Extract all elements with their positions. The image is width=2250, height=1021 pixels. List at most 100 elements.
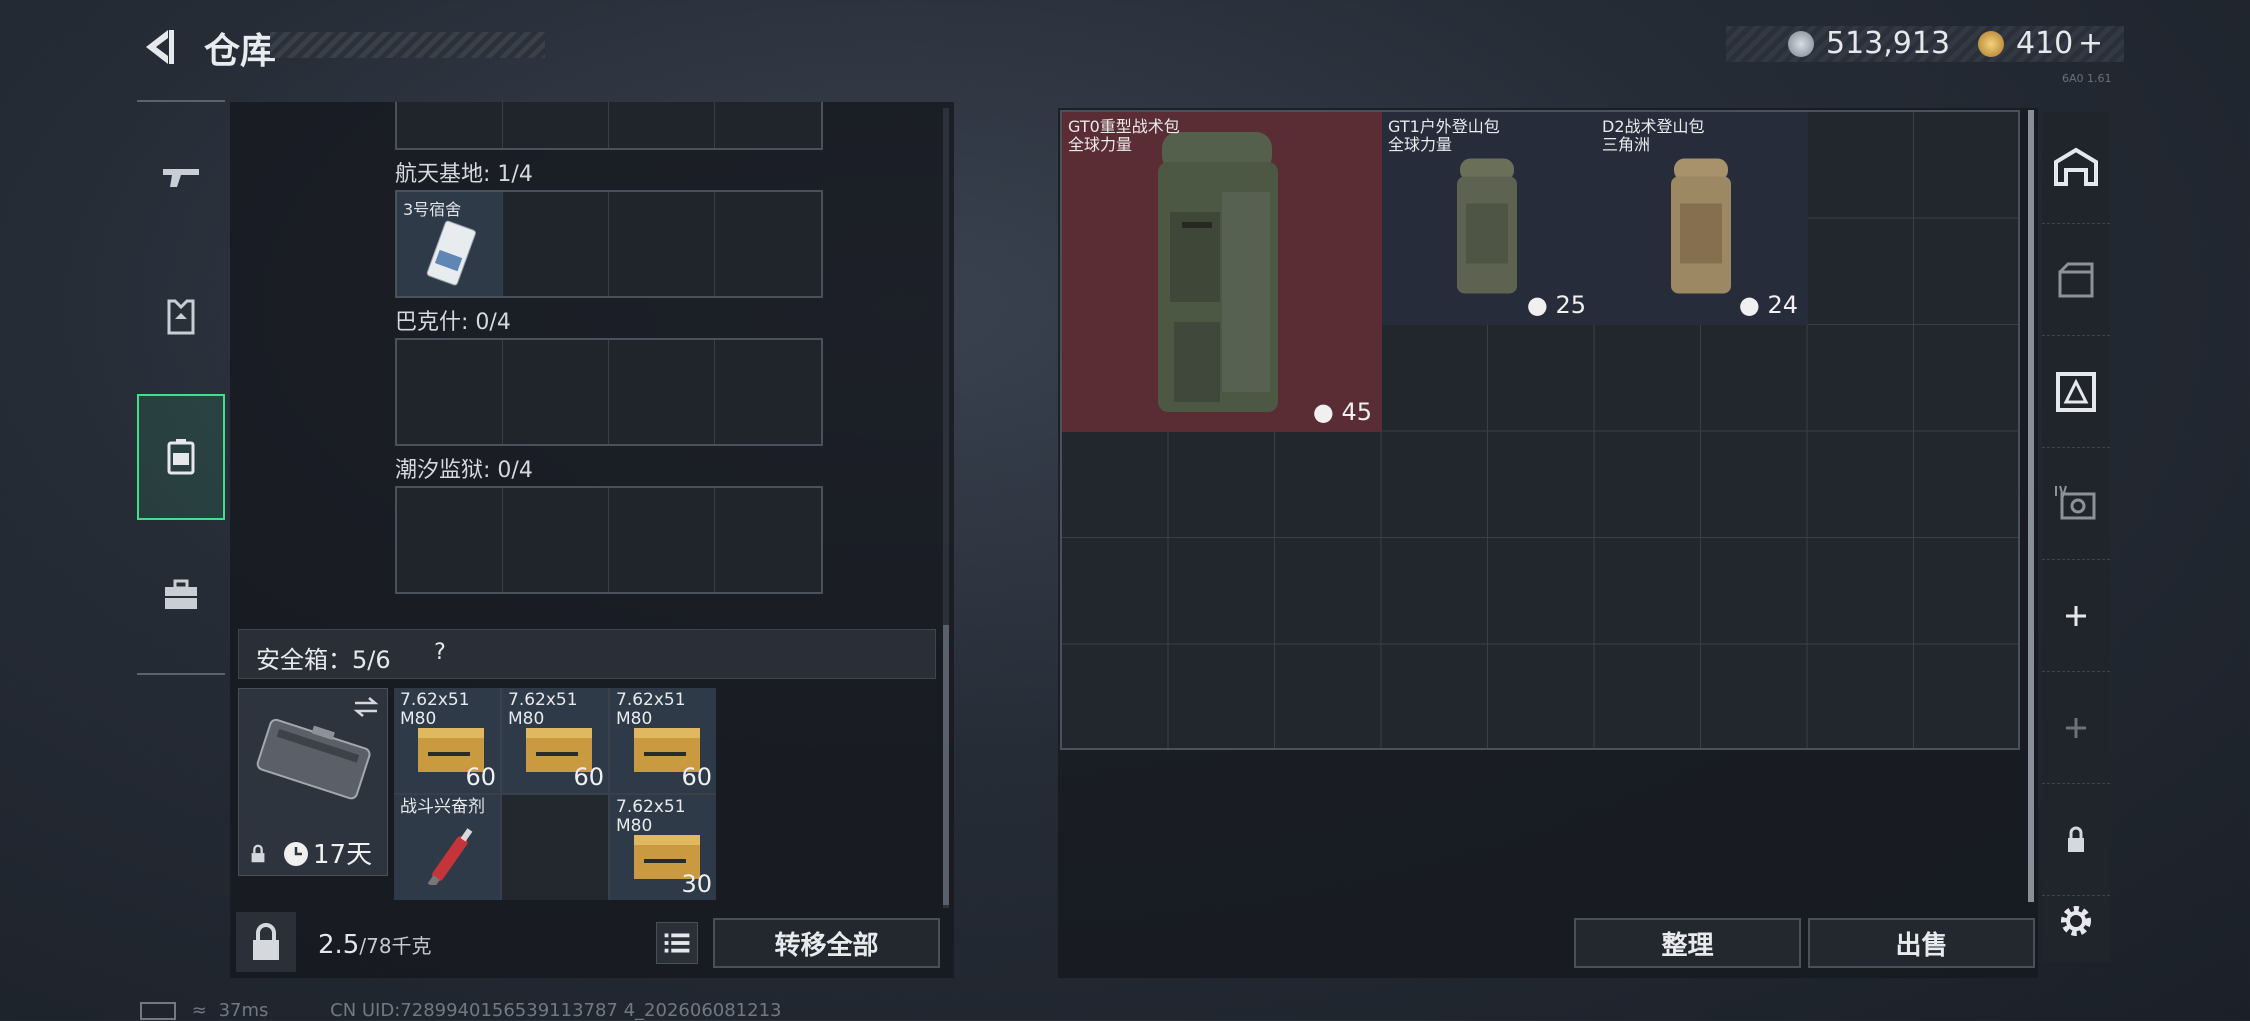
- ammo-item[interactable]: 7.62x51 M80 60: [502, 688, 608, 793]
- crate-iv-icon: [2055, 485, 2096, 519]
- settings-button[interactable]: [2042, 866, 2110, 976]
- item-count: 30: [681, 870, 712, 898]
- swap-icon[interactable]: [351, 693, 381, 723]
- grid-slot[interactable]: [397, 340, 503, 444]
- key-card-item[interactable]: 3号宿舍: [397, 192, 503, 296]
- safe-box-label: 安全箱：5/6: [256, 646, 391, 674]
- item-name: 7.62x51 M80: [508, 690, 578, 729]
- ammo-item[interactable]: 7.62x51 M80 30: [610, 795, 716, 900]
- vest-icon: [167, 299, 195, 335]
- add-stash-button[interactable]: [2042, 560, 2110, 672]
- briefcase-icon: [165, 579, 197, 609]
- item-count: 60: [573, 763, 604, 791]
- nav-armor[interactable]: [137, 262, 225, 372]
- grid-slot[interactable]: [715, 488, 821, 592]
- sell-button[interactable]: 出售: [1808, 918, 2035, 968]
- section-label: 巴克什: 0/4: [395, 310, 511, 335]
- capacity-label: ● 45: [1313, 398, 1372, 426]
- item-name: 7.62x51 M80: [400, 690, 470, 729]
- backpack-item[interactable]: GT1户外登山包 全球力量 ● 25: [1382, 112, 1596, 325]
- grid-slot[interactable]: [503, 102, 609, 148]
- transfer-all-button[interactable]: 转移全部: [713, 918, 940, 968]
- stash-tab-2[interactable]: [2042, 224, 2110, 336]
- capacity-value: 45: [1341, 398, 1372, 426]
- item-name: GT0重型战术包 全球力量: [1068, 118, 1180, 154]
- stash-scrollbar[interactable]: [2028, 110, 2034, 902]
- grid-slot[interactable]: [609, 488, 715, 592]
- ammo-item[interactable]: 7.62x51 M80 60: [610, 688, 716, 793]
- weight-lock-button[interactable]: [236, 912, 296, 972]
- stash-tab-3[interactable]: [2042, 336, 2110, 448]
- item-count: 60: [465, 763, 496, 791]
- back-arrow-icon: [146, 30, 174, 64]
- stash-tab-4[interactable]: [2042, 448, 2110, 560]
- grid-slot[interactable]: [503, 340, 609, 444]
- list-icon: [664, 933, 690, 953]
- grid-slot[interactable]: [609, 192, 715, 296]
- capacity-icon: ●: [1738, 291, 1768, 319]
- back-button[interactable]: [138, 26, 180, 68]
- ammo-item[interactable]: 7.62x51 M80 60: [394, 688, 500, 793]
- backpack-item[interactable]: D2战术登山包 三角洲 ● 24: [1596, 112, 1808, 325]
- sort-button[interactable]: 整理: [1574, 918, 1801, 968]
- grid-slot[interactable]: [503, 488, 609, 592]
- currency-bar: 513,913 410 +: [1726, 26, 2124, 62]
- item-brand: 三角洲: [1602, 135, 1651, 154]
- syringe-icon: [427, 828, 473, 885]
- stash-grid[interactable]: GT0重型战术包 全球力量 ● 45 GT1户外登山包 全球力量 ● 25 D2战术…: [1060, 110, 2020, 750]
- grid-slot[interactable]: [715, 102, 821, 148]
- section-label: 潮汐监狱: 0/4: [395, 458, 533, 483]
- grid-slot[interactable]: [397, 102, 503, 148]
- help-button[interactable]: ?: [424, 636, 456, 670]
- grid-slot[interactable]: [503, 192, 609, 296]
- safe-box-case[interactable]: 17天: [238, 688, 388, 876]
- capacity-value: 24: [1767, 291, 1798, 319]
- nav-cases[interactable]: [137, 540, 225, 650]
- weight-display: 2.5/78千克: [318, 930, 432, 960]
- section-label: 航天基地: 1/4: [395, 162, 533, 187]
- map-slot-grid: [395, 338, 823, 446]
- inventory-scroll-thumb[interactable]: [943, 625, 949, 905]
- stimulant-item[interactable]: 战斗兴奋剂: [394, 795, 500, 900]
- grid-slot[interactable]: [609, 102, 715, 148]
- item-name: D2战术登山包 三角洲: [1602, 118, 1705, 154]
- grid-slot[interactable]: [715, 340, 821, 444]
- nav-weapons[interactable]: [137, 122, 225, 232]
- list-view-button[interactable]: [656, 922, 698, 964]
- recharge-button[interactable]: +: [2078, 26, 2103, 61]
- nav-backpacks[interactable]: [137, 394, 225, 520]
- battery-icon: [140, 1002, 176, 1020]
- version-label: 6A0 1.61: [2062, 72, 2112, 85]
- status-footer: ≈ 37ms CN UID:7289940156539113787 4_2026…: [140, 1000, 781, 1021]
- gun-icon: [163, 169, 199, 187]
- item-name: GT1户外登山包 全球力量: [1388, 118, 1500, 154]
- capacity-label: ● 24: [1739, 291, 1798, 319]
- weight-value: 2.5: [318, 930, 360, 960]
- grid-slot[interactable]: [609, 340, 715, 444]
- partial-container-grid: [395, 102, 823, 150]
- page-title: 仓库: [204, 31, 277, 72]
- item-name: 战斗兴奋剂: [400, 797, 485, 817]
- item-title: GT1户外登山包: [1388, 117, 1500, 136]
- add-stash-button-disabled[interactable]: [2042, 672, 2110, 784]
- item-name: 7.62x51 M80: [616, 797, 686, 836]
- grid-slot[interactable]: [715, 192, 821, 296]
- grid-slot[interactable]: [397, 488, 503, 592]
- item-name: 7.62x51 M80: [616, 690, 686, 729]
- weight-capacity: /78千克: [359, 934, 432, 958]
- weight-lock-icon: [253, 923, 279, 960]
- empty-slot[interactable]: [502, 795, 608, 900]
- backpack-item[interactable]: GT0重型战术包 全球力量 ● 45: [1062, 112, 1382, 432]
- gear-icon: [2061, 906, 2091, 936]
- stash-tab-1[interactable]: [2042, 112, 2110, 224]
- capacity-icon: ●: [1312, 398, 1342, 426]
- map-slot-grid: [395, 486, 823, 594]
- lock-icon: [251, 844, 265, 863]
- uid-label: CN UID:7289940156539113787 4_20260608121…: [330, 1000, 782, 1021]
- safe-box-grid: 7.62x51 M80 60 7.62x51 M80 60 7.62x51 M8…: [394, 688, 716, 900]
- plus-icon: [2066, 717, 2086, 738]
- tan-backpack-icon: [1671, 158, 1731, 294]
- ping-label: 37ms: [218, 1000, 269, 1021]
- title-decoration: [270, 32, 545, 58]
- item-count: 60: [681, 763, 712, 791]
